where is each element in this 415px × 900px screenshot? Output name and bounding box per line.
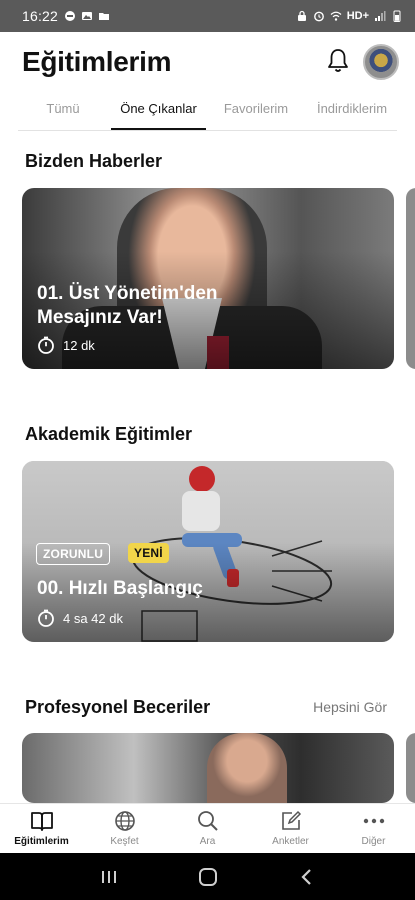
image-icon	[82, 12, 93, 20]
signal-icon	[375, 11, 386, 21]
nav-label: Anketler	[272, 836, 309, 847]
nav-label: Ara	[199, 836, 216, 847]
tab-bar: Tümü Öne Çıkanlar Favorilerim İndirdikle…	[0, 94, 415, 130]
card-duration: 12 dk	[37, 336, 95, 354]
card-duration: 4 sa 42 dk	[37, 609, 123, 627]
card-image	[207, 733, 287, 803]
globe-icon	[114, 811, 135, 831]
system-navigation-bar	[0, 853, 415, 900]
recent-apps-icon[interactable]	[99, 868, 119, 886]
required-badge: ZORUNLU	[36, 543, 111, 565]
card-title-line2: Mesajınız Var!	[37, 307, 163, 328]
tab-featured[interactable]: Öne Çıkanlar	[111, 94, 206, 130]
status-bar: 16:22 HD+	[0, 0, 415, 32]
battery-icon	[393, 10, 401, 22]
section-title-news: Bizden Haberler	[25, 151, 163, 171]
card-title: 00. Hızlı Başlangıç	[37, 578, 203, 599]
page-title: Eğitimlerim	[22, 46, 172, 77]
network-type: HD+	[346, 10, 369, 22]
wifi-icon	[330, 11, 342, 21]
notification-circle-icon	[65, 11, 76, 21]
course-card-professional[interactable]	[22, 733, 394, 803]
more-icon	[363, 818, 384, 824]
section-title-academic: Akademik Eğitimler	[25, 424, 193, 444]
nav-explore[interactable]: Keşfet	[83, 804, 166, 853]
tab-downloads[interactable]: İndirdiklerim	[312, 94, 392, 130]
tab-all[interactable]: Tümü	[45, 94, 81, 130]
system-indicators: HD+	[296, 10, 403, 22]
section-title-professional: Profesyonel Beceriler	[25, 697, 211, 717]
nav-my-courses[interactable]: Eğitimlerim	[0, 804, 83, 853]
nav-label: Keşfet	[110, 836, 139, 847]
course-card-peek[interactable]	[406, 188, 415, 369]
home-icon[interactable]	[197, 866, 219, 888]
see-all-link[interactable]: Hepsini Gör	[313, 699, 387, 715]
notification-icons	[64, 10, 110, 22]
course-card-peek[interactable]	[406, 733, 415, 803]
book-icon	[30, 812, 53, 831]
clock-icon	[38, 336, 54, 354]
lock-icon	[297, 10, 306, 21]
nav-label: Eğitimlerim	[14, 836, 69, 847]
nav-surveys[interactable]: Anketler	[249, 804, 332, 853]
course-card-academic[interactable]: ZORUNLU YENİ 00. Hızlı Başlangıç 4 sa 42…	[22, 461, 394, 642]
clock-icon	[38, 609, 54, 627]
new-badge: YENİ	[128, 543, 169, 563]
back-icon[interactable]	[298, 867, 316, 887]
search-icon	[197, 811, 218, 831]
app-header: Eğitimlerim	[0, 32, 415, 94]
avatar[interactable]	[363, 44, 399, 80]
tabs-divider	[18, 130, 397, 131]
status-time: 16:22	[22, 8, 59, 24]
nav-label: Diğer	[361, 836, 386, 847]
nav-more[interactable]: Diğer	[332, 804, 415, 853]
duration-text: 4 sa 42 dk	[63, 610, 123, 626]
edit-icon	[281, 810, 301, 830]
card-title-line1: 01. Üst Yönetim'den	[37, 283, 218, 304]
nav-search[interactable]: Ara	[166, 804, 249, 853]
bottom-navigation: Eğitimlerim Keşfet Ara Anketler Diğer	[0, 803, 415, 853]
bell-icon[interactable]	[326, 48, 350, 74]
duration-text: 12 dk	[63, 337, 95, 353]
folder-icon	[99, 13, 110, 20]
course-card-news[interactable]: 01. Üst Yönetim'den Mesajınız Var! 12 dk	[22, 188, 394, 369]
tab-favorites[interactable]: Favorilerim	[222, 94, 290, 130]
alarm-icon	[313, 11, 324, 22]
card-title: 01. Üst Yönetim'den Mesajınız Var!	[37, 282, 218, 330]
